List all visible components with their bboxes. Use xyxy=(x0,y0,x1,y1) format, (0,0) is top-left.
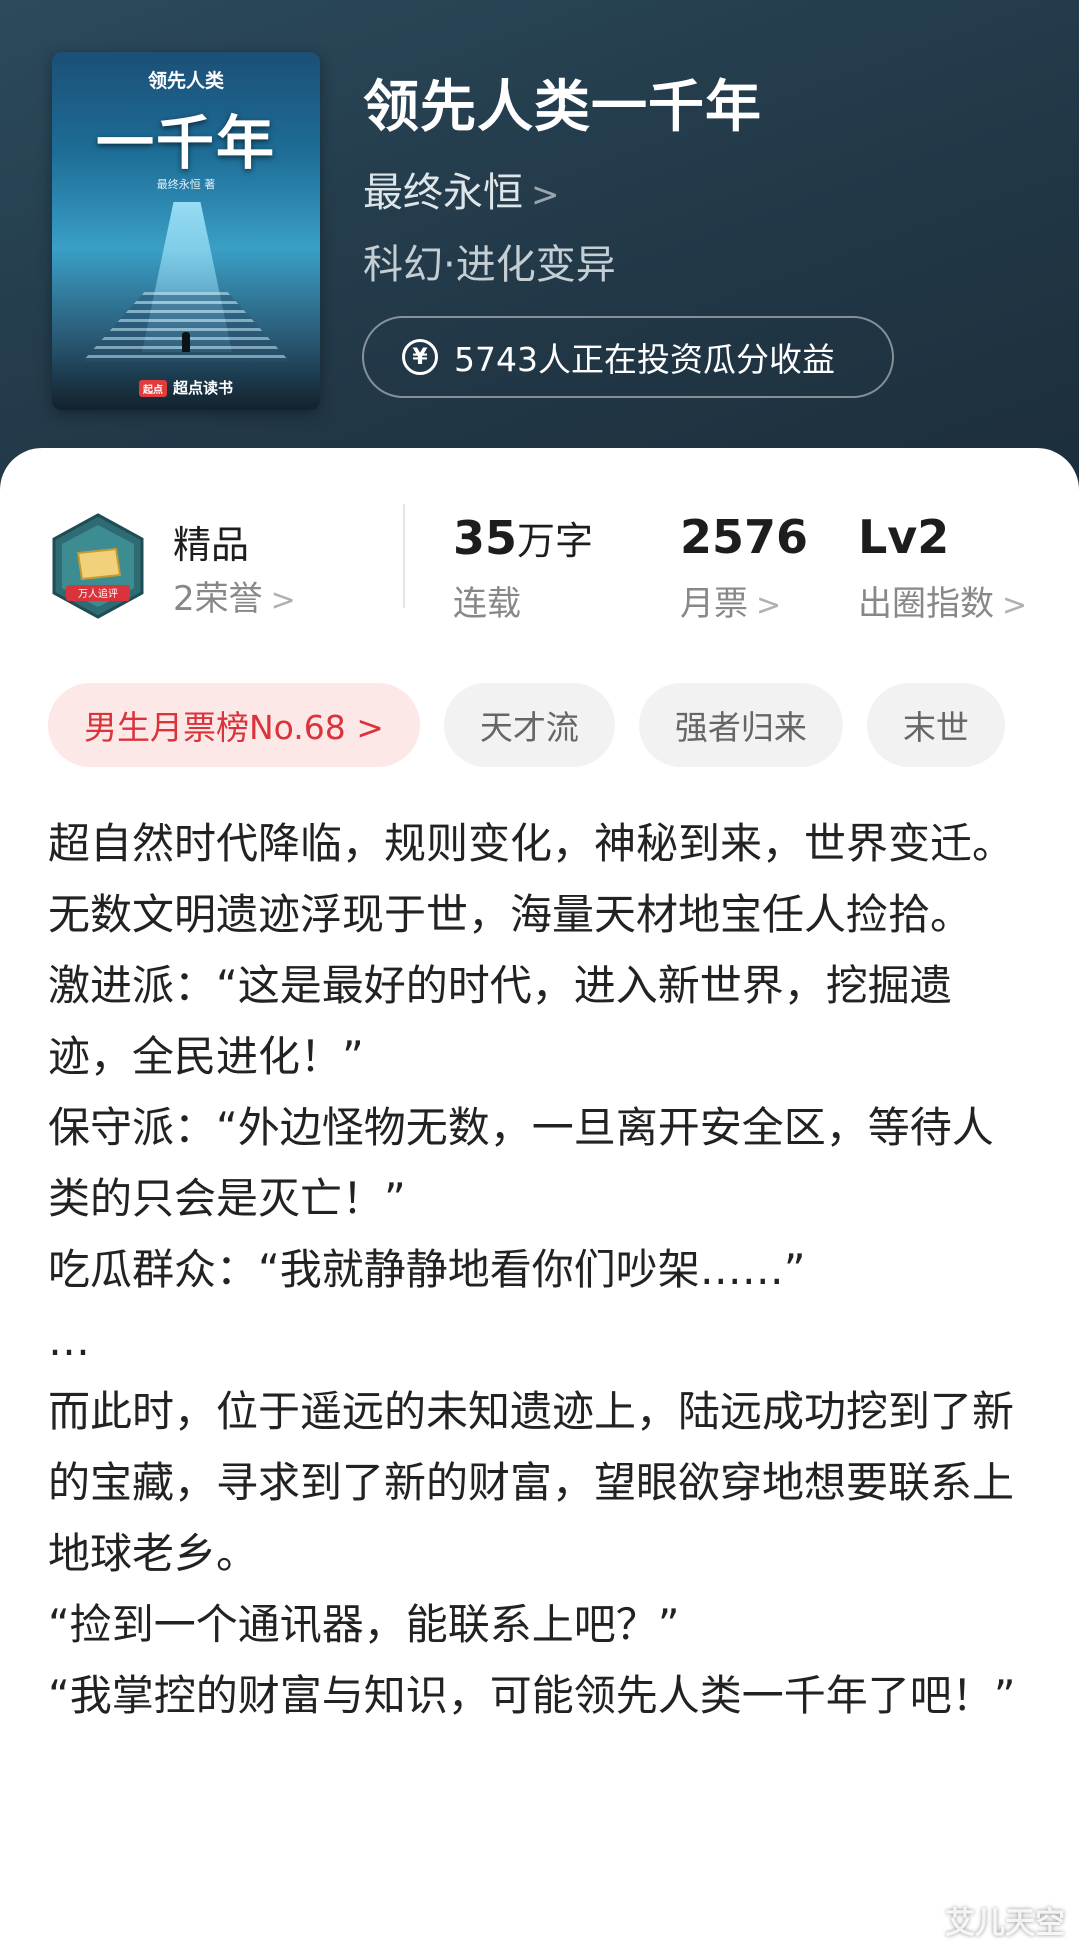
rank-tag[interactable]: 男生月票榜No.68 > xyxy=(48,683,420,767)
tag-item[interactable]: 天才流 xyxy=(443,683,615,767)
word-count-unit: 万字 xyxy=(517,519,594,563)
chevron-right-icon: > xyxy=(756,588,782,623)
badge-text: 万人追评 xyxy=(78,587,118,600)
invest-text: 5743人正在投资瓜分收益 xyxy=(454,340,835,379)
yen-icon: ¥ xyxy=(402,339,438,375)
honors-link[interactable]: 2荣誉 > xyxy=(173,571,296,620)
tag-row: 男生月票榜No.68 > 天才流 强者归来 末世 xyxy=(48,683,1005,767)
description-paragraph: “捡到一个通讯器，能联系上吧？” xyxy=(48,1600,680,1649)
publisher-logo: 起点 xyxy=(138,380,167,397)
serial-status: 连载 xyxy=(453,584,521,624)
cover-figure xyxy=(182,332,190,352)
book-detail-panel: 万人追评 精品 2荣誉 > 35万字 连载 2576 月票 > Lv2 出圈指数 > … xyxy=(0,448,1079,1950)
popularity-level: Lv2 xyxy=(858,510,950,564)
word-count: 35万字 xyxy=(453,510,593,565)
tag-item[interactable]: 强者归来 xyxy=(638,683,843,767)
quality-badge-icon[interactable]: 万人追评 xyxy=(50,513,146,619)
description-paragraph: “我掌控的财富与知识，可能领先人类一千年了吧！” xyxy=(48,1671,1016,1720)
monthly-ticket-label: 月票 xyxy=(680,584,748,624)
word-count-value: 35 xyxy=(453,511,518,565)
watermark: 艾儿天空 xyxy=(945,1906,1065,1941)
chevron-right-icon: > xyxy=(1002,588,1028,623)
quality-label: 精品 xyxy=(173,523,250,567)
popularity-index-link[interactable]: 出圈指数 > xyxy=(858,576,1027,625)
chevron-right-icon: > xyxy=(531,175,560,215)
monthly-ticket-count: 2576 xyxy=(680,510,809,564)
author-link[interactable]: 最终永恒 > xyxy=(363,160,560,218)
book-title: 领先人类一千年 xyxy=(363,75,762,140)
invest-button[interactable]: ¥ 5743人正在投资瓜分收益 xyxy=(362,316,894,398)
honors-count: 2荣誉 xyxy=(173,579,263,619)
description-paragraph: 无数文明遗迹浮现于世，海量天材地宝任人捡拾。 xyxy=(48,890,973,939)
publisher-name: 超点读书 xyxy=(172,379,233,397)
book-description: 超自然时代降临，规则变化，神秘到来，世界变迁。 无数文明遗迹浮现于世，海量天材地… xyxy=(48,808,1028,1731)
description-paragraph: … xyxy=(48,1316,90,1365)
cover-big-title: 一千年 xyxy=(95,109,276,177)
description-paragraph: 超自然时代降临，规则变化，神秘到来，世界变迁。 xyxy=(48,819,1015,868)
description-paragraph: 而此时，位于遥远的未知遗迹上，陆远成功挖到了新的宝藏，寻求到了新的财富，望眼欲穿… xyxy=(48,1387,1015,1578)
popularity-index-label: 出圈指数 xyxy=(858,584,994,624)
cover-publisher: 起点 超点读书 xyxy=(52,377,320,398)
book-header: 领先人类 一千年 最终永恒 著 起点 超点读书 领先人类一千年 最终永恒 > 科幻·… xyxy=(0,0,1079,520)
cover-small-title: 领先人类 xyxy=(147,70,224,92)
book-cover-image[interactable]: 领先人类 一千年 最终永恒 著 起点 超点读书 xyxy=(52,52,320,410)
book-genre: 科幻·进化变异 xyxy=(363,242,616,288)
description-paragraph: 激进派：“这是最好的时代，进入新世界，挖掘遗迹，全民进化！” xyxy=(48,961,952,1081)
author-name: 最终永恒 xyxy=(363,170,523,216)
cover-author: 最终永恒 著 xyxy=(156,178,216,191)
chevron-right-icon: > xyxy=(270,583,296,618)
monthly-ticket-link[interactable]: 月票 > xyxy=(680,576,781,625)
description-paragraph: 保守派：“外边怪物无数，一旦离开安全区，等待人类的只会是灭亡！” xyxy=(48,1103,994,1223)
description-paragraph: 吃瓜群众：“我就静静地看你们吵架……” xyxy=(48,1245,806,1294)
stats-divider xyxy=(403,504,405,608)
tag-item[interactable]: 末世 xyxy=(866,683,1005,767)
